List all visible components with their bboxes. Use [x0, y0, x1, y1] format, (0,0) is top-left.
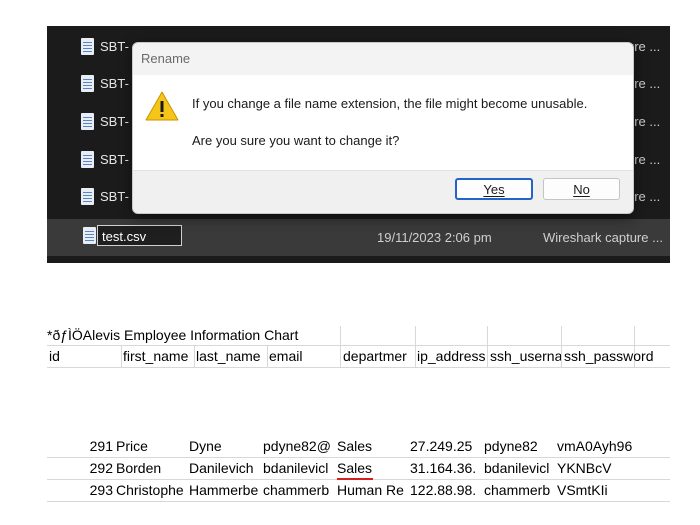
dialog-question: Are you sure you want to change it? [192, 133, 400, 148]
cell-ssh-password[interactable]: YKNBcV [557, 460, 667, 478]
cell-first-name[interactable]: Christophe [116, 482, 187, 500]
table-row[interactable]: 291 Price Dyne pdyne82@ Sales 27.249.25 … [47, 435, 670, 458]
cell-ssh-username[interactable]: bdanilevicl [484, 460, 555, 478]
dialog-message: If you change a file name extension, the… [192, 96, 588, 111]
cell-first-name[interactable]: Price [116, 438, 187, 456]
yes-button[interactable]: Yes [455, 178, 533, 200]
dialog-title: Rename [141, 51, 191, 66]
cell-ssh-username[interactable]: chammerb [484, 482, 555, 500]
csv-file-icon [83, 227, 96, 244]
grid-line [415, 326, 416, 368]
csv-file-icon [81, 75, 94, 92]
cell-last-name[interactable]: Dyne [189, 438, 260, 456]
cell-ssh-password[interactable]: VSmtKIi [557, 482, 667, 500]
csv-file-icon [81, 38, 94, 55]
sheet-title: *ðƒÌÖAlevis Employee Information Chart [47, 327, 299, 343]
file-type: Wireshark capture ... [543, 230, 663, 245]
grid-line [47, 345, 670, 346]
csv-file-icon [81, 151, 94, 168]
spreadsheet-header: *ðƒÌÖAlevis Employee Information Chart i… [47, 326, 670, 368]
cell-ssh-username[interactable]: pdyne82 [484, 438, 555, 456]
table-row[interactable]: 293 Christophe Hammerbe chammerb Human R… [47, 479, 670, 502]
annotation-underline [337, 478, 373, 480]
column-header-first-name[interactable]: first_name [123, 348, 194, 366]
cell-last-name[interactable]: Hammerbe [189, 482, 260, 500]
column-header-email[interactable]: email [269, 348, 340, 366]
grid-line [47, 367, 670, 368]
grid-line [340, 326, 341, 368]
csv-file-icon [81, 113, 94, 130]
cell-email[interactable]: bdanilevicl [263, 460, 334, 478]
file-name: SBT- [100, 114, 129, 129]
column-header-ssh-username[interactable]: ssh_userna [490, 348, 561, 366]
table-row[interactable]: 292 Borden Danilevich bdanilevicl Sales … [47, 457, 670, 480]
no-button[interactable]: No [543, 178, 620, 200]
cell-ssh-password[interactable]: vmA0Ayh96 [557, 438, 667, 456]
column-header-ip-address[interactable]: ip_address [417, 348, 487, 366]
dialog-footer: Yes No [133, 170, 633, 213]
cell-id[interactable]: 292 [49, 460, 113, 478]
column-header-ssh-password[interactable]: ssh_password [564, 348, 669, 366]
no-button-label: No [573, 181, 590, 197]
grid-line [267, 346, 268, 367]
file-name: SBT- [100, 189, 129, 204]
rename-input[interactable]: test.csv [97, 225, 182, 246]
cell-id[interactable]: 293 [49, 482, 113, 500]
rename-dialog: Rename If you change a file name extensi… [132, 42, 634, 214]
yes-button-label: Yes [483, 181, 505, 197]
cell-ip-address[interactable]: 31.164.36. [410, 460, 481, 478]
dialog-body: If you change a file name extension, the… [133, 75, 633, 170]
cell-department[interactable]: Human Re [337, 482, 408, 500]
file-row-selected[interactable]: test.csv 19/11/2023 2:06 pm Wireshark ca… [47, 219, 670, 256]
grid-line [561, 326, 562, 368]
grid-line [487, 326, 488, 368]
file-name: SBT- [100, 152, 129, 167]
cell-id[interactable]: 291 [49, 438, 113, 456]
file-date: 19/11/2023 2:06 pm [377, 230, 492, 245]
grid-line [194, 346, 195, 367]
cell-email[interactable]: pdyne82@ [263, 438, 334, 456]
spreadsheet-rows: 291 Price Dyne pdyne82@ Sales 27.249.25 … [47, 433, 670, 502]
cell-department[interactable]: Sales [337, 438, 408, 456]
column-header-last-name[interactable]: last_name [196, 348, 267, 366]
cell-ip-address[interactable]: 122.88.98. [410, 482, 481, 500]
csv-file-icon [81, 188, 94, 205]
cell-email[interactable]: chammerb [263, 482, 334, 500]
cell-department[interactable]: Sales [337, 460, 408, 478]
column-header-department[interactable]: departmer [343, 348, 414, 366]
cell-last-name[interactable]: Danilevich [189, 460, 260, 478]
file-name: SBT- [100, 39, 129, 54]
cell-ip-address[interactable]: 27.249.25 [410, 438, 481, 456]
grid-line [121, 346, 122, 367]
file-name: SBT- [100, 76, 129, 91]
column-header-id[interactable]: id [49, 348, 117, 366]
cell-first-name[interactable]: Borden [116, 460, 187, 478]
warning-icon [145, 91, 179, 121]
